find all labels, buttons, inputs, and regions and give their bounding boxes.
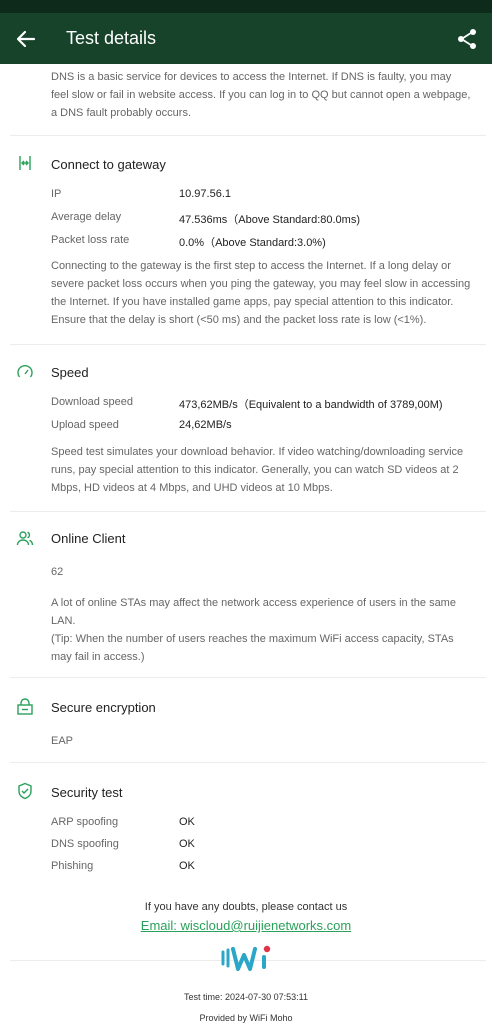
share-icon[interactable] xyxy=(455,27,479,51)
encryption-value: EAP xyxy=(51,735,74,747)
phishing-label: Phishing xyxy=(51,860,94,872)
back-arrow-icon[interactable] xyxy=(14,27,38,51)
divider xyxy=(10,344,486,345)
page-title: Test details xyxy=(66,28,157,48)
shield-check-icon xyxy=(18,782,32,800)
online-client-title: Online Client xyxy=(51,531,126,546)
provided-by: Provided by WiFi Moho xyxy=(199,1013,293,1023)
packet-loss-label: Packet loss rate xyxy=(51,234,130,246)
users-icon xyxy=(16,531,34,546)
online-client-count: 62 xyxy=(51,566,64,578)
divider xyxy=(10,511,486,512)
upload-speed-label: Upload speed xyxy=(51,419,119,431)
test-time: Test time: 2024-07-30 07:53:11 xyxy=(184,992,308,1002)
gateway-ip-label: IP xyxy=(51,188,62,200)
average-delay-label: Average delay xyxy=(51,211,122,223)
speed-description: Speed test simulates your download behav… xyxy=(51,446,464,494)
contact-text: If you have any doubts, please contact u… xyxy=(144,901,348,913)
email-link[interactable]: Email: wiscloud@ruijienetworks.com xyxy=(0,918,492,933)
gateway-ip-value: 10.97.56.1 xyxy=(179,188,231,200)
dns-spoofing-value: OK xyxy=(179,838,195,850)
speed-title: Speed xyxy=(51,365,89,380)
download-speed-value: 473,62MB/s（Equivalent to a bandwidth of … xyxy=(179,399,443,411)
arp-spoofing-label: ARP spoofing xyxy=(51,816,119,828)
wifi-moho-logo xyxy=(221,945,271,971)
packet-loss-value: 0.0%（Above Standard:3.0%) xyxy=(179,237,326,249)
gateway-title: Connect to gateway xyxy=(51,157,166,172)
divider xyxy=(10,677,486,678)
download-speed-label: Download speed xyxy=(51,396,133,408)
divider xyxy=(10,135,486,136)
divider xyxy=(10,762,486,763)
online-client-description: A lot of online STAs may affect the netw… xyxy=(51,597,456,627)
gateway-icon xyxy=(19,156,31,170)
gateway-description: Connecting to the gateway is the first s… xyxy=(51,260,471,326)
arp-spoofing-value: OK xyxy=(179,816,195,828)
lock-icon xyxy=(17,698,33,715)
status-bar xyxy=(0,0,492,13)
secure-encryption-title: Secure encryption xyxy=(51,700,156,715)
dns-description: DNS is a basic service for devices to ac… xyxy=(51,71,471,119)
phishing-value: OK xyxy=(179,860,195,872)
app-bar: Test details xyxy=(0,13,492,64)
speedometer-icon xyxy=(17,365,33,378)
dns-spoofing-label: DNS spoofing xyxy=(51,838,119,850)
upload-speed-value: 24,62MB/s xyxy=(179,419,232,431)
security-test-title: Security test xyxy=(51,785,123,800)
online-client-tip: (Tip: When the number of users reaches t… xyxy=(51,633,454,663)
average-delay-value: 47.536ms（Above Standard:80.0ms) xyxy=(179,214,360,226)
